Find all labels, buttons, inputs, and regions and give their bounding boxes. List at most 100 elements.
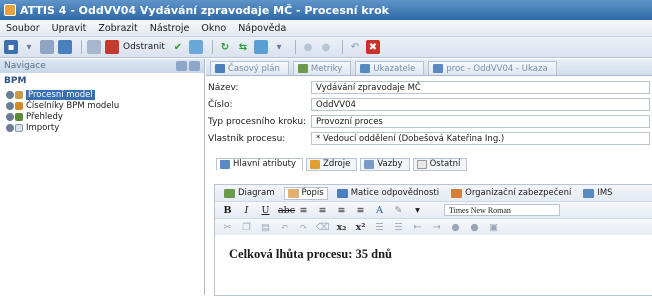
bullet-list-icon[interactable]: ☰ (392, 222, 405, 233)
tab-casovy-plan[interactable]: Časový plán (210, 61, 289, 75)
list-icon[interactable] (87, 40, 101, 54)
codelist-icon (6, 101, 24, 111)
new-icon[interactable]: ▪ (4, 40, 18, 54)
justify-icon[interactable]: ≡ (354, 205, 367, 216)
tab-ims[interactable]: IMS (580, 187, 615, 200)
owner-field[interactable]: * Vedoucí oddělení (Dobešová Kateřina In… (311, 132, 650, 145)
paste-icon[interactable]: ▤ (259, 222, 272, 233)
nav-item-prehledy[interactable]: Přehledy (6, 111, 204, 122)
import-icon (6, 123, 24, 133)
menu-upravit[interactable]: Upravit (52, 23, 87, 34)
export-dropdown-icon[interactable]: ▾ (272, 40, 286, 54)
editor-content[interactable]: Celková lhůta procesu: 35 dnů (215, 235, 652, 262)
back-icon[interactable]: ● (301, 40, 315, 54)
tab-popis[interactable]: Popis (283, 186, 328, 200)
undo-text-icon[interactable]: ↶ (278, 222, 291, 233)
description-panel: Diagram Popis Matice odpovědnosti Organi… (214, 184, 652, 296)
links-icon (364, 159, 375, 169)
tab-hlavni-atributy[interactable]: Hlavní atributy (216, 157, 303, 171)
delete-icon[interactable] (105, 40, 119, 54)
close-panel-icon[interactable] (189, 61, 200, 71)
navigation-header: Navigace (0, 59, 204, 73)
cut-icon[interactable]: ✂ (221, 222, 234, 233)
subscript-button[interactable]: x₂ (335, 222, 348, 233)
check-icon[interactable]: ✔ (171, 40, 185, 54)
tab-ostatni[interactable]: Ostatní (412, 157, 468, 171)
number-label: Číslo: (208, 99, 233, 110)
menu-soubor[interactable]: Soubor (6, 23, 40, 34)
description-icon (287, 188, 299, 198)
indent-icon[interactable]: ⇥ (430, 222, 443, 233)
highlight-icon[interactable]: ✎ (392, 205, 405, 216)
forward-icon[interactable]: ● (319, 40, 333, 54)
superscript-button[interactable]: x² (354, 222, 367, 233)
copy-text-icon[interactable]: ❐ (240, 222, 253, 233)
eraser-icon[interactable]: ⌫ (316, 222, 329, 233)
resources-icon (310, 159, 320, 169)
menu-napoveda[interactable]: Nápověda (238, 23, 286, 34)
nav-item-ciselniky[interactable]: Číselníky BPM modelu (6, 100, 204, 111)
edit-toolbar: ✂ ❐ ▤ ↶ ↷ ⌫ x₂ x² ☰ ☰ ⇤ ⇥ ● ● ▣ (215, 218, 652, 235)
tab-diagram[interactable]: Diagram (221, 187, 278, 200)
undo-icon[interactable]: ↶ (348, 40, 362, 54)
name-field[interactable]: Vydávání zpravodaje MČ (311, 81, 650, 94)
dropdown-icon[interactable]: ▾ (22, 40, 36, 54)
move-icon[interactable]: ⇆ (236, 40, 250, 54)
menu-nastroje[interactable]: Nástroje (150, 23, 190, 34)
menu-okno[interactable]: Okno (201, 23, 226, 34)
tab-ukazatele[interactable]: Ukazatele (355, 61, 425, 75)
type-field[interactable]: Provozní proces (311, 115, 650, 128)
main-area: Časový plán Metriky Ukazatele proc - Odd… (206, 59, 652, 296)
redo-text-icon[interactable]: ↷ (297, 222, 310, 233)
copy-icon[interactable] (188, 40, 203, 54)
ims-icon (583, 188, 595, 198)
export-icon[interactable] (253, 40, 268, 54)
image-icon[interactable]: ▣ (487, 222, 500, 233)
tab-matice[interactable]: Matice odpovědnosti (334, 187, 442, 200)
tab-proc-ukazatel[interactable]: proc - OddVV04 - Ukaza (428, 61, 557, 75)
name-label: Název: (208, 82, 239, 93)
nav-item-importy[interactable]: Importy (6, 122, 204, 133)
number-field[interactable]: OddVV04 (311, 98, 650, 111)
align-center-icon[interactable]: ≡ (316, 205, 329, 216)
underline-button[interactable]: U (259, 205, 272, 216)
process-model-icon (6, 90, 24, 100)
section-title: BPM (4, 76, 27, 86)
document-tabs: Časový plán Metriky Ukazatele proc - Odd… (206, 59, 652, 76)
pin-icon[interactable] (176, 61, 187, 71)
window-title: ATTIS 4 - OddVV04 Vydávání zpravodaje MČ… (20, 3, 389, 17)
align-right-icon[interactable]: ≡ (335, 205, 348, 216)
unlink-icon[interactable]: ● (468, 222, 481, 233)
menu-zobrazit[interactable]: Zobrazit (98, 23, 137, 34)
matrix-icon (336, 188, 348, 198)
tab-vazby[interactable]: Vazby (360, 157, 410, 171)
save-all-icon[interactable] (58, 40, 72, 54)
delete-button[interactable]: Odstranit (123, 42, 165, 52)
link-icon[interactable]: ● (449, 222, 462, 233)
owner-label: Vlastník procesu: (208, 133, 286, 144)
color-dropdown-icon[interactable]: ▾ (411, 205, 424, 216)
align-left-icon[interactable]: ≡ (297, 205, 310, 216)
bold-button[interactable]: B (221, 205, 234, 216)
metrics-icon (297, 64, 308, 73)
save-icon[interactable] (40, 40, 54, 54)
refresh-icon[interactable]: ↻ (218, 40, 232, 54)
numbered-list-icon[interactable]: ☰ (373, 222, 386, 233)
font-select[interactable]: Times New Roman (444, 204, 560, 216)
other-icon (416, 159, 427, 169)
nav-item-procesni-model[interactable]: Procesní model (6, 89, 204, 100)
strike-button[interactable]: abc (278, 205, 295, 216)
tab-organizacni[interactable]: Organizační zabezpečení (448, 187, 574, 200)
organization-icon (451, 188, 463, 198)
attributes-icon (220, 159, 230, 169)
outdent-icon[interactable]: ⇤ (411, 222, 424, 233)
tab-metriky[interactable]: Metriky (292, 61, 352, 75)
format-toolbar: B I U abc ≡ ≡ ≡ ≡ A ✎ ▾ Times New Roman (215, 201, 652, 218)
diagram-icon (224, 188, 235, 198)
tab-zdroje[interactable]: Zdroje (306, 157, 358, 171)
italic-button[interactable]: I (240, 205, 253, 216)
attribute-tabs: Hlavní atributy Zdroje Vazby Ostatní (206, 157, 652, 171)
nav-tree: Procesní model Číselníky BPM modelu Přeh… (0, 89, 204, 133)
close-icon[interactable]: ✖ (365, 40, 380, 54)
text-color-icon[interactable]: A (373, 205, 386, 216)
